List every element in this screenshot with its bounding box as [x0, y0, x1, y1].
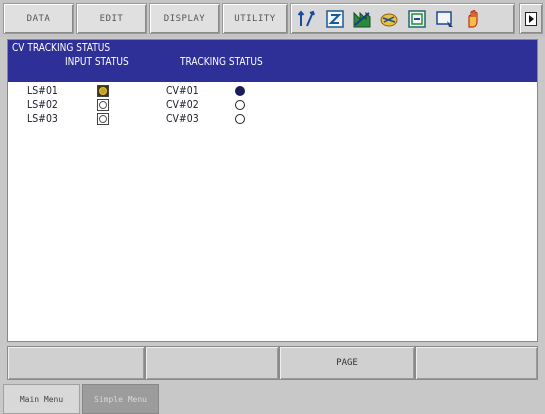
edit-mode-icon [325, 9, 345, 29]
simple-menu-tab[interactable]: Simple Menu [82, 384, 159, 414]
input-label-ls02: LS#02 [27, 98, 58, 111]
function-key-2[interactable] [145, 346, 279, 380]
input-label-ls03: LS#03 [27, 112, 58, 125]
top-menu-bar: DATA EDIT DISPLAY UTILITY [0, 0, 545, 37]
input-indicator-ls03 [97, 113, 109, 125]
speed-icon [379, 9, 399, 29]
tracking-indicator-cv03 [235, 114, 245, 124]
input-indicator-ls02 [97, 99, 109, 111]
display-menu-button[interactable]: DISPLAY [149, 3, 220, 34]
status-icons-strip [290, 3, 515, 34]
screen-icon [435, 9, 455, 29]
input-indicator-ls01 [97, 85, 109, 97]
cycle-icon [407, 9, 427, 29]
tracking-indicator-cv02 [235, 100, 245, 110]
cv-tracking-status-panel: CV TRACKING STATUS INPUT STATUS TRACKING… [7, 39, 538, 342]
title-band: CV TRACKING STATUS INPUT STATUS TRACKING… [8, 40, 537, 82]
utility-menu-button[interactable]: UTILITY [222, 3, 288, 34]
page-button[interactable]: PAGE [279, 346, 415, 380]
tracking-status-header: TRACKING STATUS [180, 55, 263, 68]
next-page-icon-button[interactable] [519, 3, 543, 34]
function-key-1[interactable] [7, 346, 145, 380]
edit-menu-button[interactable]: EDIT [76, 3, 147, 34]
screen-title: CV TRACKING STATUS [12, 41, 111, 54]
tracking-indicator-cv01 [235, 86, 245, 96]
step-icon [352, 9, 372, 29]
main-menu-tab[interactable]: Main Menu [3, 384, 80, 414]
coordinate-icon [297, 9, 317, 29]
play-arrow-icon [525, 11, 537, 26]
hand-icon [463, 9, 483, 29]
cv-label-cv01: CV#01 [166, 84, 199, 97]
cv-label-cv03: CV#03 [166, 112, 199, 125]
bottom-tabs: Main Menu Simple Menu [0, 382, 545, 414]
function-key-4[interactable] [415, 346, 538, 380]
cv-label-cv02: CV#02 [166, 98, 199, 111]
data-menu-button[interactable]: DATA [3, 3, 74, 34]
input-status-header: INPUT STATUS [65, 55, 129, 68]
input-label-ls01: LS#01 [27, 84, 58, 97]
function-key-bar: PAGE [7, 346, 538, 380]
